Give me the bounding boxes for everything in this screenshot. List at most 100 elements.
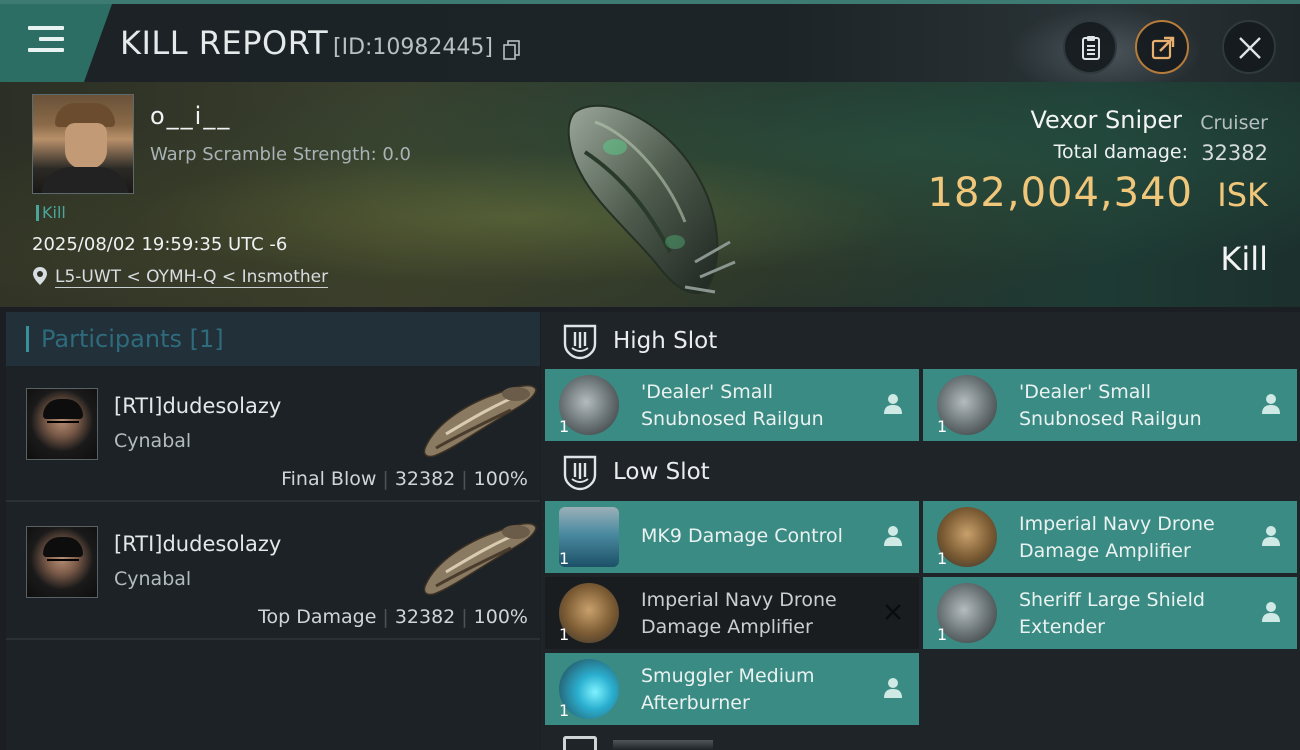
participant-stats: Top Damage | 32382 | 100% (258, 606, 528, 628)
dropped-person-icon (884, 526, 902, 546)
kill-result: Kill (1220, 240, 1268, 278)
fittings-panel: High Slot 1 'Dealer' Small Snubnosed Rail… (541, 312, 1300, 750)
item-quantity: 1 (937, 625, 948, 644)
dropped-person-icon (1262, 602, 1280, 622)
item-name-line1: Imperial Navy Drone (1019, 513, 1215, 535)
participants-count: [1] (189, 325, 224, 353)
item-name-line1: Sheriff Large Shield (1019, 589, 1205, 611)
item-name: Imperial Navy Drone Damage Amplifier (1019, 511, 1249, 565)
victim-ship-class: Cruiser (1200, 112, 1268, 134)
share-button[interactable] (1135, 20, 1189, 74)
high-slot-header: High Slot (541, 314, 1300, 370)
participant-ship-image[interactable] (416, 374, 538, 460)
item-quantity: 1 (937, 549, 948, 568)
participant-ship-image[interactable] (416, 512, 538, 598)
dropped-person-icon (1262, 394, 1280, 414)
victim-avatar[interactable] (32, 94, 134, 194)
item-name-line1: 'Dealer' Small (641, 381, 773, 403)
participant-ship: Cynabal (114, 430, 192, 452)
kill-location-link[interactable]: L5-UWT < OYMH-Q < Insmother (55, 267, 329, 288)
item-name: MK9 Damage Control (641, 523, 871, 550)
participant-ship: Cynabal (114, 568, 192, 590)
participant-stats: Final Blow | 32382 | 100% (281, 468, 528, 490)
mid-slot-icon (563, 736, 597, 750)
item-name: 'Dealer' Small Snubnosed Railgun (641, 379, 871, 433)
item-name-line1: 'Dealer' Small (1019, 381, 1151, 403)
kill-tag: Kill (36, 205, 66, 221)
item-name-line2: Extender (1019, 616, 1105, 638)
destroyed-x-icon (885, 604, 901, 620)
item-quantity: 1 (559, 417, 570, 436)
dropped-person-icon (1262, 526, 1280, 546)
dropped-person-icon (884, 678, 902, 698)
fitting-item[interactable]: 1 'Dealer' Small Snubnosed Railgun (545, 369, 919, 441)
participant-role: Top Damage (258, 606, 377, 628)
item-quantity: 1 (559, 549, 570, 568)
share-icon (1151, 36, 1175, 60)
participant-name[interactable]: [RTI]dudesolazy (114, 532, 281, 556)
item-name-line1: Imperial Navy Drone (641, 589, 837, 611)
participant-percent: 100% (473, 606, 528, 628)
fitting-item[interactable]: 1 'Dealer' Small Snubnosed Railgun (923, 369, 1297, 441)
participant-name[interactable]: [RTI]dudesolazy (114, 394, 281, 418)
location-pin-icon (33, 267, 47, 285)
page-title: KILL REPORT (120, 24, 329, 62)
close-icon (1239, 37, 1261, 59)
victim-ship-name[interactable]: Vexor Sniper (1030, 106, 1182, 134)
participant-avatar[interactable] (26, 388, 98, 460)
low-slot-label: Low Slot (613, 459, 710, 485)
menu-button[interactable] (0, 4, 112, 82)
total-damage-label: Total damage: (1053, 141, 1188, 163)
participants-title: Participants [1] (26, 326, 224, 352)
item-quantity: 1 (559, 625, 570, 644)
item-name-line2: Damage Amplifier (641, 616, 813, 638)
copy-icon[interactable] (503, 40, 521, 60)
header-bar: KILL REPORT [ID:10982445] (0, 0, 1300, 82)
warp-scramble-strength: Warp Scramble Strength: 0.0 (150, 144, 412, 165)
participant-percent: 100% (473, 468, 528, 490)
high-slot-label: High Slot (613, 328, 718, 354)
kill-datetime: 2025/08/02 19:59:35 UTC -6 (32, 234, 288, 255)
item-name-line2: Damage Amplifier (1019, 540, 1191, 562)
clipboard-icon (1082, 36, 1100, 60)
report-id: [ID:10982445] (333, 35, 493, 60)
item-quantity: 1 (559, 701, 570, 720)
fitting-item[interactable]: 1 MK9 Damage Control (545, 501, 919, 573)
clipboard-button[interactable] (1063, 20, 1117, 74)
isk-unit: ISK (1217, 176, 1268, 214)
item-name: 'Dealer' Small Snubnosed Railgun (1019, 379, 1249, 433)
close-button[interactable] (1222, 20, 1276, 74)
item-name: Smuggler Medium Afterburner (641, 663, 871, 717)
item-quantity: 1 (937, 417, 948, 436)
isk-value: 182,004,340 (927, 170, 1193, 216)
item-name-line2: Snubnosed Railgun (1019, 408, 1202, 430)
participants-label: Participants (41, 325, 182, 353)
participant-row[interactable]: [RTI]dudesolazy Cynabal Final Blow | 32382… (6, 368, 540, 502)
item-name: Imperial Navy Drone Damage Amplifier (641, 587, 871, 641)
participant-damage: 32382 (394, 606, 456, 628)
victim-ship-image (567, 104, 736, 294)
mid-slot-header-cutoff (613, 740, 713, 750)
fitting-item[interactable]: 1 Smuggler Medium Afterburner (545, 653, 919, 725)
participants-header: Participants [1] (6, 312, 540, 366)
victim-pilot-name[interactable]: o__i__ (150, 102, 231, 130)
participant-damage: 32382 (394, 468, 456, 490)
participant-role: Final Blow (281, 468, 377, 490)
participants-panel: Participants [1] [RTI]dudesolazy Cynabal… (6, 312, 540, 750)
fitting-item-destroyed[interactable]: 1 Imperial Navy Drone Damage Amplifier (545, 577, 919, 649)
item-name: Sheriff Large Shield Extender (1019, 587, 1249, 641)
participant-row[interactable]: [RTI]dudesolazy Cynabal Top Damage | 32382… (6, 506, 540, 640)
dropped-person-icon (884, 394, 902, 414)
fitting-item[interactable]: 1 Imperial Navy Drone Damage Amplifier (923, 501, 1297, 573)
item-name-line1: MK9 Damage Control (641, 525, 843, 547)
item-name-line1: Smuggler Medium (641, 665, 815, 687)
low-slot-header: Low Slot (541, 445, 1300, 501)
menu-icon (28, 26, 64, 59)
participant-avatar[interactable] (26, 526, 98, 598)
total-damage-value: 32382 (1201, 141, 1268, 165)
item-name-line2: Snubnosed Railgun (641, 408, 824, 430)
fitting-item[interactable]: 1 Sheriff Large Shield Extender (923, 577, 1297, 649)
high-slot-icon (563, 324, 597, 360)
low-slot-icon (563, 455, 597, 491)
item-name-line2: Afterburner (641, 692, 750, 714)
